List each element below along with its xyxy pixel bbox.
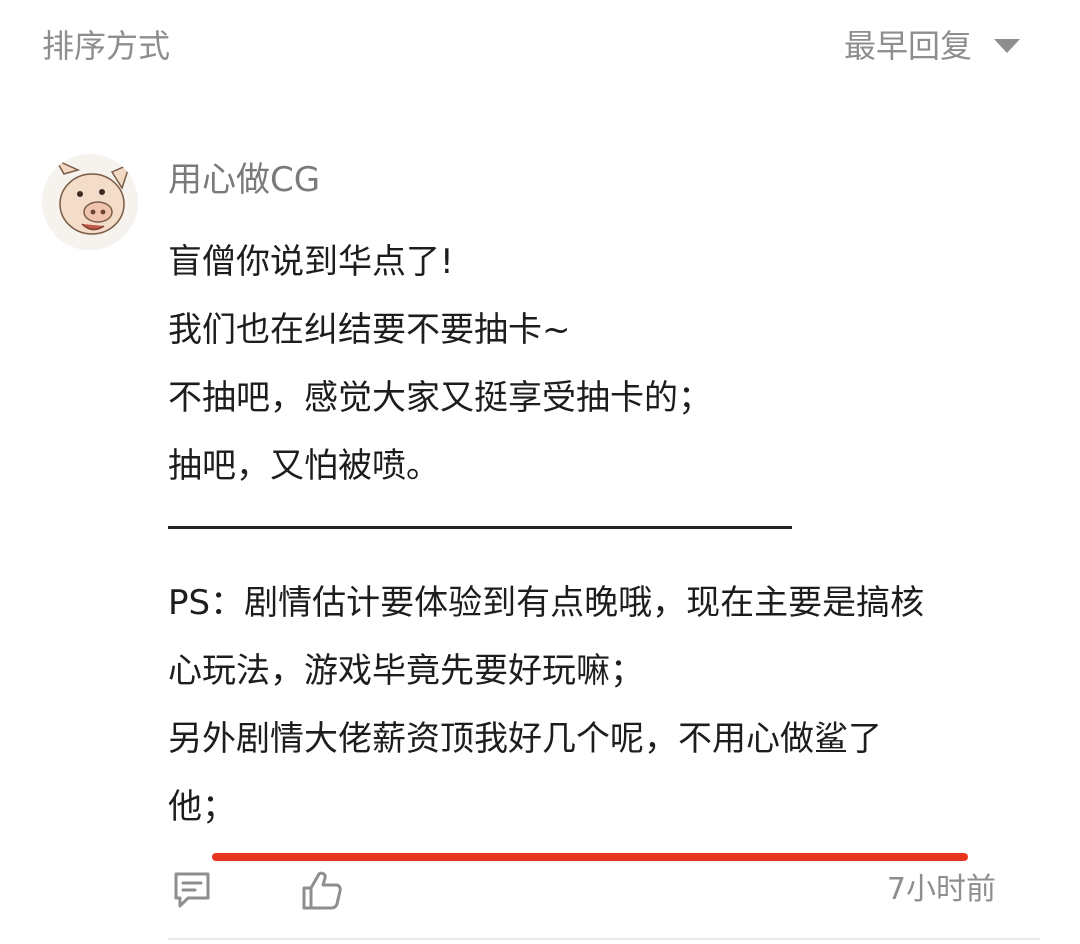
comment-icon[interactable] [170,868,214,912]
bottom-divider [168,938,1040,940]
comment-line: 盲僧你说到华点了! [168,242,454,282]
sort-selected-value: 最早回复 [843,27,972,65]
comment-ps-line: PS：剧情估计要体验到有点晚哦，现在主要是搞核 [168,583,925,623]
comment-body: 盲僧你说到华点了! 我们也在纠结要不要抽卡~ 不抽吧，感觉大家又挺享受抽卡的； … [168,228,1028,861]
comment-line: 不抽吧，感觉大家又挺享受抽卡的； [168,378,712,418]
avatar[interactable] [42,154,138,250]
sort-label: 排序方式 [42,27,171,65]
comment-actions: 7小时前 [0,868,1080,928]
comment-author[interactable]: 用心做CG [168,158,320,202]
triangle-down-icon [992,36,1022,56]
comment-timestamp: 7小时前 [886,872,996,907]
comment-ps-line: 他； [168,787,236,827]
comment-line: 抽吧，又怕被喷。 [168,446,440,486]
sort-bar: 排序方式 最早回复 [0,0,1080,94]
comment-ps-line: 心玩法，游戏毕竟先要好玩嘛； [168,651,644,691]
comment-ps-line-highlighted: 另外剧情大佬薪资顶我好几个呢，不用心做鲨了 [168,719,882,759]
thumbs-up-icon[interactable] [300,868,344,912]
comment-line: 我们也在纠结要不要抽卡~ [168,310,571,350]
separator-line [168,526,792,529]
sort-dropdown[interactable]: 最早回复 [844,24,1022,68]
red-annotation-underline [212,853,968,861]
pig-avatar-icon [42,154,138,250]
